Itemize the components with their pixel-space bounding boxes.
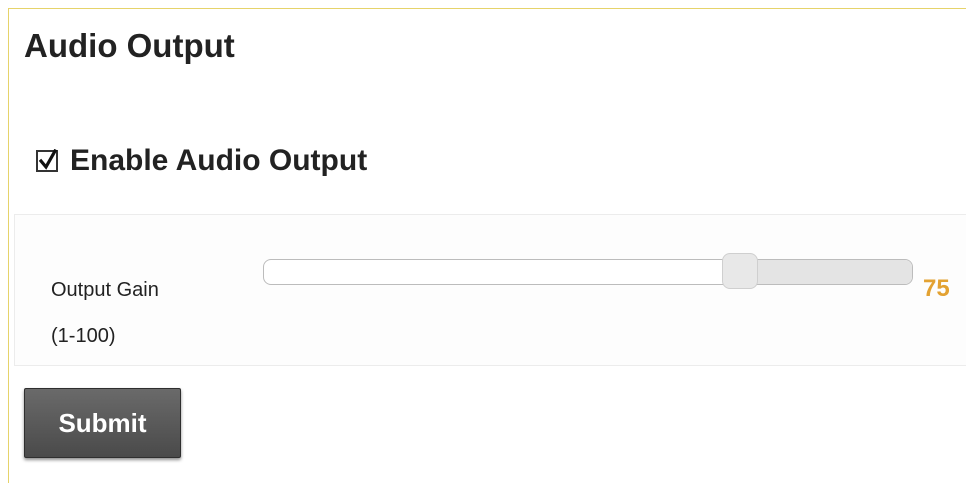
enable-audio-output-checkbox[interactable] (36, 149, 58, 172)
slider-remaining-track (738, 260, 912, 284)
output-gain-label-line1: Output Gain (51, 279, 159, 301)
enable-audio-output-row[interactable]: Enable Audio Output (36, 138, 367, 184)
page-title: Audio Output (24, 27, 235, 64)
slider-thumb[interactable] (721, 253, 758, 289)
output-gain-section: Output Gain (1-100) 75 (14, 214, 966, 366)
output-gain-range-label: (1-100) (51, 325, 116, 347)
slider-track[interactable] (263, 259, 913, 285)
output-gain-slider[interactable] (263, 253, 913, 289)
check-icon (39, 149, 57, 170)
submit-button[interactable]: Submit (24, 388, 181, 458)
enable-audio-output-label: Enable Audio Output (70, 144, 368, 177)
output-gain-value: 75 (923, 275, 950, 302)
output-gain-label: Output Gain (1-100) (51, 267, 159, 359)
